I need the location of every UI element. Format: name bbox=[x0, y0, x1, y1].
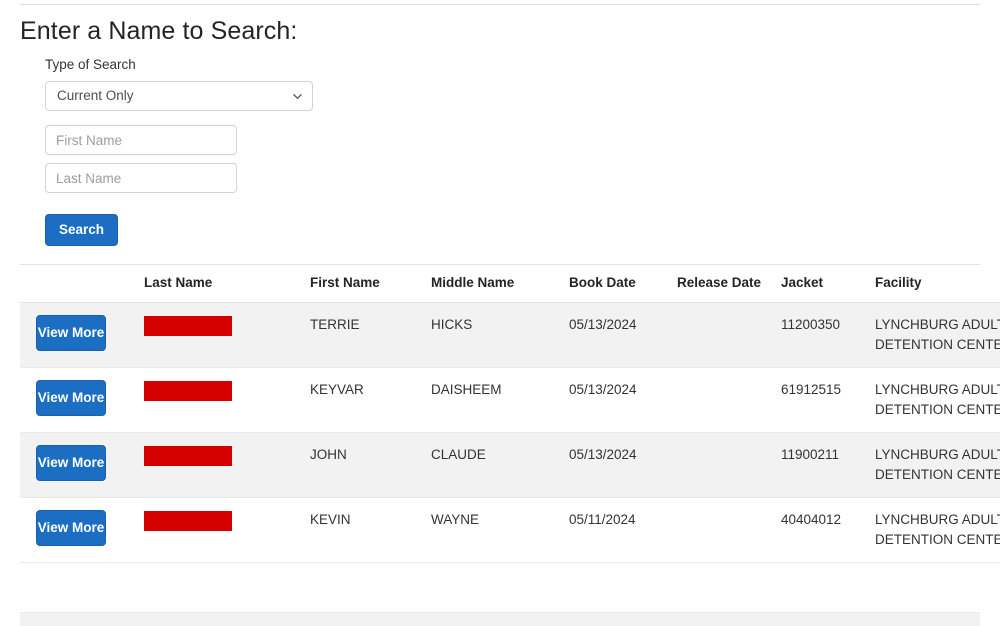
table-body: View More TERRIE HICKS 05/13/2024 11200350 LY… bbox=[20, 302, 1000, 563]
table-cell-facility: LYNCHBURG ADULT DETENTION CENTER bbox=[867, 302, 1000, 368]
table-cell-facility: LYNCHBURG ADULT DETENTION CENTER bbox=[867, 432, 1000, 498]
table-cell-release-date bbox=[669, 367, 773, 433]
search-panel: Enter a Name to Search: Type of Search C… bbox=[20, 16, 720, 246]
table-cell-middle-name: HICKS bbox=[423, 302, 561, 368]
table-row: View More TERRIE HICKS 05/13/2024 11200350 LY… bbox=[20, 302, 1000, 368]
last-name-input[interactable] bbox=[45, 163, 237, 193]
view-more-button[interactable]: View More bbox=[36, 380, 106, 416]
facility-line: LYNCHBURG ADULT bbox=[875, 447, 1000, 462]
type-of-search-label: Type of Search bbox=[45, 57, 136, 72]
first-name-input[interactable] bbox=[45, 125, 237, 155]
table-cell-release-date bbox=[669, 432, 773, 498]
facility-line: DETENTION CENTER bbox=[875, 337, 1000, 352]
redaction-bar bbox=[144, 446, 232, 466]
facility-line: DETENTION CENTER bbox=[875, 467, 1000, 482]
header-middle-name: Middle Name bbox=[423, 265, 561, 303]
facility-line: LYNCHBURG ADULT bbox=[875, 512, 1000, 527]
top-divider bbox=[20, 4, 980, 5]
inmate-search-page: Enter a Name to Search: Type of Search C… bbox=[0, 0, 1000, 626]
table-cell-action: View More bbox=[20, 302, 136, 368]
table-cell-facility: LYNCHBURG ADULT DETENTION CENTER bbox=[867, 367, 1000, 433]
table-cell-jacket: 11900211 bbox=[773, 432, 867, 498]
header-jacket: Jacket bbox=[773, 265, 867, 303]
table-cell-action: View More bbox=[20, 432, 136, 498]
facility-line: DETENTION CENTER bbox=[875, 402, 1000, 417]
table-cell-middle-name: CLAUDE bbox=[423, 432, 561, 498]
header-book-date: Book Date bbox=[561, 265, 669, 303]
table-cell-first-name: JOHN bbox=[302, 432, 423, 498]
table-cell-last-name bbox=[136, 302, 302, 368]
table-cell-book-date: 05/13/2024 bbox=[561, 432, 669, 498]
header-action bbox=[20, 265, 136, 303]
table-cell-last-name bbox=[136, 497, 302, 563]
table-cell-action: View More bbox=[20, 367, 136, 433]
view-more-button[interactable]: View More bbox=[36, 510, 106, 546]
facility-line: LYNCHBURG ADULT bbox=[875, 382, 1000, 397]
facility-line: DETENTION CENTER bbox=[875, 532, 1000, 547]
table-cell-release-date bbox=[669, 302, 773, 368]
table-cell-first-name: KEVIN bbox=[302, 497, 423, 563]
table-cell-book-date: 05/13/2024 bbox=[561, 367, 669, 433]
search-form: Type of Search Current Only Search bbox=[20, 56, 720, 246]
table-header-row: Last Name First Name Middle Name Book Da… bbox=[20, 265, 1000, 303]
table-row: View More JOHN CLAUDE 05/13/2024 11900211 LYN… bbox=[20, 432, 1000, 498]
table-head: Last Name First Name Middle Name Book Da… bbox=[20, 265, 1000, 303]
header-release-date: Release Date bbox=[669, 265, 773, 303]
header-first-name: First Name bbox=[302, 265, 423, 303]
results-table: Last Name First Name Middle Name Book Da… bbox=[20, 265, 1000, 563]
table-cell-middle-name: WAYNE bbox=[423, 497, 561, 563]
table-cell-first-name: TERRIE bbox=[302, 302, 423, 368]
redaction-bar bbox=[144, 316, 232, 336]
table-cell-release-date bbox=[669, 497, 773, 563]
table-cell-first-name: KEYVAR bbox=[302, 367, 423, 433]
header-facility: Facility bbox=[867, 265, 1000, 303]
search-button[interactable]: Search bbox=[45, 214, 119, 246]
type-of-search-select[interactable]: Current Only bbox=[45, 81, 313, 111]
table-row-partial bbox=[20, 612, 980, 626]
redaction-bar bbox=[144, 381, 232, 401]
table-row: View More KEYVAR DAISHEEM 05/13/2024 6191251… bbox=[20, 367, 1000, 433]
table-cell-action: View More bbox=[20, 497, 136, 563]
table-cell-last-name bbox=[136, 432, 302, 498]
type-of-search-value[interactable]: Current Only bbox=[45, 81, 313, 111]
results-table-container: Last Name First Name Middle Name Book Da… bbox=[20, 264, 1000, 563]
table-cell-jacket: 61912515 bbox=[773, 367, 867, 433]
header-last-name: Last Name bbox=[136, 265, 302, 303]
view-more-button[interactable]: View More bbox=[36, 315, 106, 351]
table-cell-middle-name: DAISHEEM bbox=[423, 367, 561, 433]
table-cell-last-name bbox=[136, 367, 302, 433]
page-title: Enter a Name to Search: bbox=[20, 17, 298, 45]
table-cell-book-date: 05/11/2024 bbox=[561, 497, 669, 563]
redaction-bar bbox=[144, 511, 232, 531]
table-row: View More KEVIN WAYNE 05/11/2024 40404012 LYN… bbox=[20, 497, 1000, 563]
facility-line: LYNCHBURG ADULT bbox=[875, 317, 1000, 332]
table-cell-jacket: 40404012 bbox=[773, 497, 867, 563]
view-more-button[interactable]: View More bbox=[36, 445, 106, 481]
table-cell-book-date: 05/13/2024 bbox=[561, 302, 669, 368]
table-cell-facility: LYNCHBURG ADULT DETENTION CENTER bbox=[867, 497, 1000, 563]
table-cell-jacket: 11200350 bbox=[773, 302, 867, 368]
